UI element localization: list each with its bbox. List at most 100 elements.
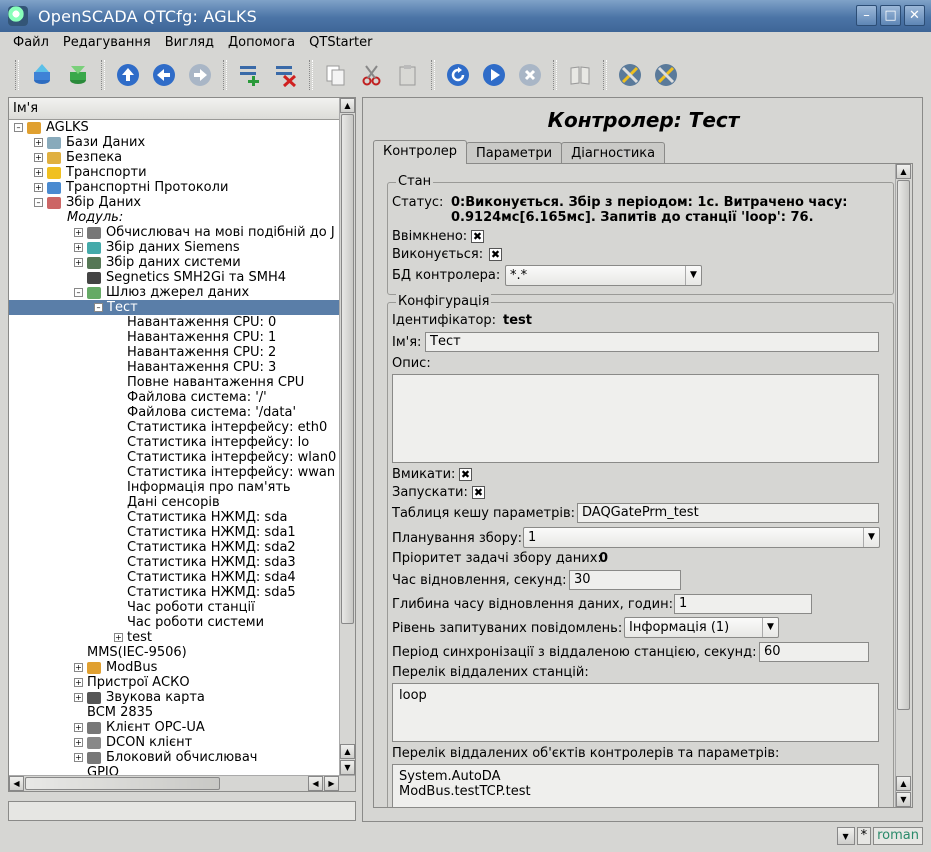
tree-item[interactable]: + Клієнт OPC-UA bbox=[9, 720, 340, 735]
expand-icon[interactable]: + bbox=[74, 738, 83, 747]
forward-button[interactable] bbox=[184, 59, 216, 91]
expand-icon[interactable]: + bbox=[34, 153, 43, 162]
tree-item[interactable]: Повне навантаження CPU bbox=[9, 375, 340, 390]
tree-item[interactable]: GPIO bbox=[9, 765, 340, 775]
description-field[interactable] bbox=[392, 374, 879, 463]
expand-icon[interactable]: + bbox=[74, 723, 83, 732]
tree-item[interactable]: + Збір даних системи bbox=[9, 255, 340, 270]
tree-item[interactable]: Час роботи системи bbox=[9, 615, 340, 630]
tree-item[interactable]: Статистика НЖМД: sda bbox=[9, 510, 340, 525]
cache-table-field[interactable]: DAQGatePrm_test bbox=[577, 503, 879, 523]
minimize-button[interactable]: – bbox=[856, 5, 877, 26]
restore-time-field[interactable]: 30 bbox=[569, 570, 681, 590]
menu-edit[interactable]: Редагування bbox=[56, 35, 158, 50]
tree-item[interactable]: Статистика НЖМД: sda1 bbox=[9, 525, 340, 540]
tree-item[interactable]: Навантаження CPU: 1 bbox=[9, 330, 340, 345]
add-item-button[interactable] bbox=[234, 59, 266, 91]
expand-icon[interactable]: + bbox=[114, 633, 123, 642]
restore-depth-field[interactable]: 1 bbox=[674, 594, 812, 614]
tree-item[interactable]: + test bbox=[9, 630, 340, 645]
tab-diagnostics[interactable]: Діагностика bbox=[561, 142, 666, 164]
expand-icon[interactable]: + bbox=[34, 138, 43, 147]
paste-button[interactable] bbox=[392, 59, 424, 91]
tree-item[interactable]: + Транспорти bbox=[9, 165, 340, 180]
tree-header[interactable]: Ім'я bbox=[9, 98, 339, 120]
scroll-left-icon[interactable]: ◀ bbox=[308, 776, 323, 791]
tree-item[interactable]: – AGLKS bbox=[9, 120, 340, 135]
up-button[interactable] bbox=[112, 59, 144, 91]
expand-icon[interactable]: + bbox=[34, 183, 43, 192]
tree-item[interactable]: Статистика інтерфейсу: wlan0 bbox=[9, 450, 340, 465]
tree-item[interactable]: – Шлюз джерел даних bbox=[9, 285, 340, 300]
expand-icon[interactable]: + bbox=[74, 693, 83, 702]
remote-objects-field[interactable]: System.AutoDA ModBus.testTCP.test bbox=[392, 764, 879, 807]
tree-item[interactable]: + ModBus bbox=[9, 660, 340, 675]
chevron-down-icon[interactable]: ▼ bbox=[836, 827, 855, 845]
tree-item[interactable]: – Тест bbox=[9, 300, 340, 315]
start-checkbox[interactable]: ✖ bbox=[472, 486, 485, 499]
expand-icon[interactable]: + bbox=[74, 753, 83, 762]
sync-period-field[interactable]: 60 bbox=[759, 642, 869, 662]
collapse-icon[interactable]: – bbox=[14, 123, 23, 132]
content-vertical-scrollbar[interactable]: ▲ ▲ ▼ bbox=[895, 164, 912, 807]
copy-button[interactable] bbox=[320, 59, 352, 91]
menu-help[interactable]: Допомога bbox=[221, 35, 302, 50]
delete-item-button[interactable] bbox=[270, 59, 302, 91]
name-field[interactable]: Тест bbox=[425, 332, 879, 352]
tree-item[interactable]: Час роботи станції bbox=[9, 600, 340, 615]
expand-icon[interactable]: + bbox=[74, 243, 83, 252]
scroll-thumb[interactable] bbox=[341, 114, 354, 624]
scroll-right-icon[interactable]: ▶ bbox=[324, 776, 339, 791]
h-scroll-thumb[interactable] bbox=[25, 777, 220, 790]
tree-item[interactable]: Модуль: bbox=[9, 210, 340, 225]
scroll-up-icon[interactable]: ▲ bbox=[340, 98, 355, 113]
scroll-up-icon[interactable]: ▲ bbox=[896, 776, 911, 791]
expand-icon[interactable]: + bbox=[74, 678, 83, 687]
remote-stations-field[interactable]: loop bbox=[392, 683, 879, 742]
load-button[interactable] bbox=[26, 59, 58, 91]
tree-item[interactable]: BCM 2835 bbox=[9, 705, 340, 720]
tree-item[interactable]: Дані сенсорів bbox=[9, 495, 340, 510]
save-button[interactable] bbox=[62, 59, 94, 91]
tool-1-button[interactable] bbox=[614, 59, 646, 91]
collapse-icon[interactable]: – bbox=[34, 198, 43, 207]
menu-view[interactable]: Вигляд bbox=[158, 35, 221, 50]
tree-item[interactable]: + Безпека bbox=[9, 150, 340, 165]
tree-item[interactable]: Статистика НЖМД: sda2 bbox=[9, 540, 340, 555]
expand-icon[interactable]: + bbox=[74, 228, 83, 237]
tree-item[interactable]: Навантаження CPU: 0 bbox=[9, 315, 340, 330]
scroll-thumb[interactable] bbox=[897, 180, 910, 710]
tree-item[interactable]: + Транспортні Протоколи bbox=[9, 180, 340, 195]
tree-item[interactable]: Файлова система: '/data' bbox=[9, 405, 340, 420]
tree-vertical-scrollbar[interactable]: ▲ ▲ ▼ bbox=[339, 98, 355, 775]
tree-item[interactable]: Статистика НЖМД: sda3 bbox=[9, 555, 340, 570]
tree-item[interactable]: + Обчислювач на мові подібній до J bbox=[9, 225, 340, 240]
tree-item[interactable]: + Блоковий обчислювач bbox=[9, 750, 340, 765]
tree-item[interactable]: Навантаження CPU: 3 bbox=[9, 360, 340, 375]
expand-icon[interactable]: + bbox=[34, 168, 43, 177]
expand-icon[interactable]: + bbox=[74, 663, 83, 672]
scroll-down-icon[interactable]: ▼ bbox=[340, 760, 355, 775]
tree-item[interactable]: – Збір Даних bbox=[9, 195, 340, 210]
tab-parameters[interactable]: Параметри bbox=[466, 142, 563, 164]
tree-item[interactable]: MMS(IEC-9506) bbox=[9, 645, 340, 660]
tree-horizontal-scrollbar[interactable]: ◀ ◀ ▶ bbox=[9, 775, 355, 791]
expand-icon[interactable]: + bbox=[74, 258, 83, 267]
tree-item[interactable]: Файлова система: '/' bbox=[9, 390, 340, 405]
manual-button[interactable] bbox=[564, 59, 596, 91]
menu-file[interactable]: Файл bbox=[6, 35, 56, 50]
tree-item[interactable]: + Звукова карта bbox=[9, 690, 340, 705]
tree-item[interactable]: Segnetics SMH2Gi та SMH4 bbox=[9, 270, 340, 285]
tree-item[interactable]: Статистика НЖМД: sda5 bbox=[9, 585, 340, 600]
collapse-icon[interactable]: – bbox=[94, 303, 103, 312]
controller-db-select[interactable]: *.* ▼ bbox=[505, 265, 702, 286]
running-checkbox[interactable]: ✖ bbox=[489, 248, 502, 261]
tree-item[interactable]: Інформація про пам'ять bbox=[9, 480, 340, 495]
scroll-left-icon[interactable]: ◀ bbox=[9, 776, 24, 791]
menu-qtstarter[interactable]: QTStarter bbox=[302, 35, 379, 50]
tree-item[interactable]: Навантаження CPU: 2 bbox=[9, 345, 340, 360]
stop-button[interactable] bbox=[514, 59, 546, 91]
start-button[interactable] bbox=[478, 59, 510, 91]
tree-item[interactable]: Статистика інтерфейсу: wwan bbox=[9, 465, 340, 480]
user-name[interactable]: roman bbox=[873, 827, 923, 845]
